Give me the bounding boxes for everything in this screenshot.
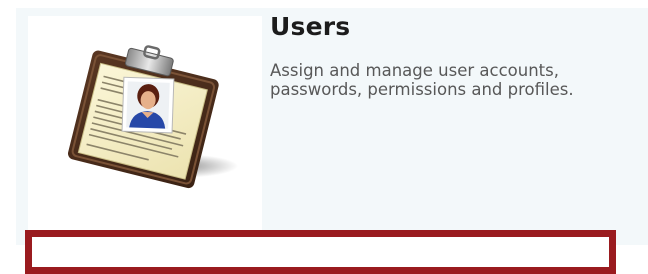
- users-title[interactable]: Users: [270, 12, 350, 41]
- clipboard-user-icon: [67, 45, 238, 189]
- users-icon-area[interactable]: [28, 16, 262, 245]
- users-panel: Users Assign and manage user accounts, p…: [0, 0, 648, 274]
- highlight-frame: [25, 230, 616, 274]
- users-description: Assign and manage user accounts, passwor…: [270, 61, 574, 99]
